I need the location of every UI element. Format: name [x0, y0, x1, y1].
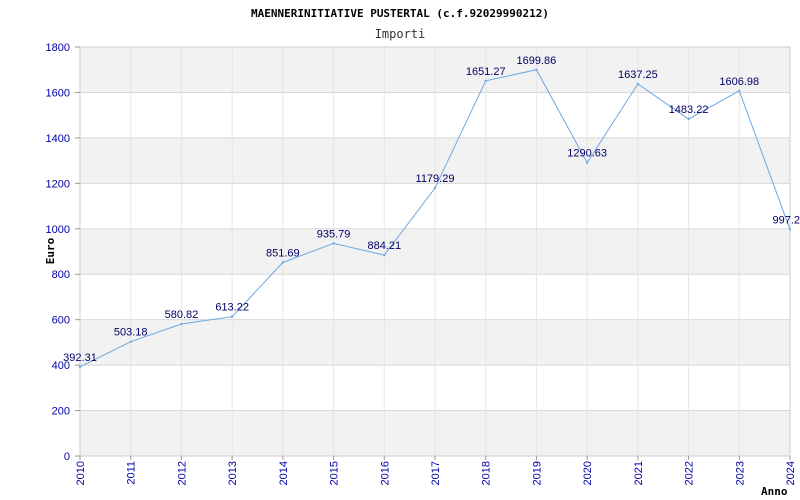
x-tick-label: 2017 — [430, 461, 442, 485]
x-tick-label: 2014 — [278, 461, 290, 485]
data-label: 935.79 — [317, 228, 351, 240]
data-point — [585, 161, 589, 164]
y-tick-label: 1000 — [46, 224, 70, 236]
data-label: 1651.27 — [466, 66, 506, 78]
data-point — [484, 79, 487, 82]
data-label: 1290.63 — [567, 148, 607, 160]
y-tick-label: 1800 — [46, 42, 70, 54]
x-tick-label: 2021 — [633, 461, 645, 485]
y-tick-label: 1600 — [46, 87, 70, 99]
x-tick-label: 2016 — [379, 461, 391, 485]
chart-title: MAENNERINITIATIVE PUSTERTAL (c.f.9202999… — [251, 7, 549, 20]
data-point — [687, 117, 690, 121]
x-tick-label: 2012 — [176, 461, 188, 485]
x-tick-label: 2011 — [126, 461, 138, 485]
data-point — [180, 322, 183, 326]
x-tick-label: 2020 — [582, 461, 594, 485]
y-axis-label: Euro — [44, 237, 57, 264]
data-point — [433, 186, 437, 190]
x-tick-label: 2022 — [684, 461, 696, 485]
data-point — [281, 261, 285, 264]
x-axis-label: Anno — [761, 485, 788, 498]
data-label: 1637.25 — [618, 69, 658, 81]
data-label: 392.31 — [63, 352, 97, 364]
data-point — [535, 68, 538, 71]
y-tick-label: 1400 — [46, 133, 70, 145]
x-axis-ticks: 2010 2011 2012 2013 2014 2015 2016 2017 2018 2019… — [75, 456, 797, 485]
y-tick-label: 800 — [52, 269, 70, 281]
x-tick-label: 2015 — [329, 461, 341, 485]
line-chart: 020040060080010001200140016001800 2010 20… — [44, 7, 800, 498]
data-point — [129, 340, 132, 343]
data-point — [78, 365, 82, 369]
data-point — [230, 315, 234, 318]
data-label: 503.18 — [114, 327, 148, 339]
y-tick-label: 200 — [52, 406, 70, 418]
chart-subtitle: Importi — [375, 27, 426, 41]
data-label: 1606.98 — [719, 76, 759, 88]
x-tick-label: 2013 — [227, 461, 239, 485]
data-point — [738, 89, 741, 93]
data-label: 884.21 — [367, 240, 401, 252]
x-tick-label: 2023 — [734, 461, 746, 485]
x-tick-label: 2010 — [75, 461, 87, 485]
data-point — [332, 242, 335, 245]
x-tick-label: 2019 — [531, 461, 543, 485]
data-label: 997.2 — [772, 214, 800, 226]
data-label: 613.22 — [215, 302, 249, 314]
data-label: 1483.22 — [669, 104, 709, 116]
x-tick-label: 2024 — [785, 461, 797, 485]
y-tick-label: 600 — [52, 315, 70, 327]
data-label: 1699.86 — [517, 55, 557, 67]
data-label: 1179.29 — [416, 173, 455, 185]
data-label: 580.82 — [165, 309, 199, 321]
x-tick-label: 2018 — [481, 461, 493, 485]
data-point — [788, 228, 792, 231]
data-point — [636, 82, 640, 86]
data-label: 851.69 — [266, 247, 300, 259]
data-point — [383, 253, 386, 257]
data-labels: 392.31 503.18 580.82 613.22 851.69 935.79 884.… — [63, 55, 800, 364]
y-tick-label: 1200 — [46, 178, 70, 190]
y-tick-label: 0 — [64, 451, 70, 463]
